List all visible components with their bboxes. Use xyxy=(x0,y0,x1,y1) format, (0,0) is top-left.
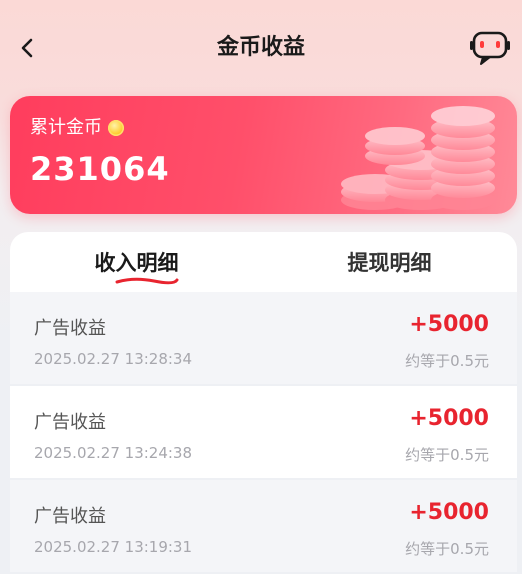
customer-service-button[interactable] xyxy=(468,28,512,68)
robot-chat-icon xyxy=(470,31,510,65)
page-title: 金币收益 xyxy=(216,35,305,60)
record-approx-value: 约等于0.5元 xyxy=(405,352,489,370)
tab-withdraw-label: 提现明细 xyxy=(347,251,432,275)
total-coins-value: 231064 xyxy=(30,150,170,188)
record-time: 2025.02.27 13:19:31 xyxy=(34,538,193,556)
record-title: 广告收益 xyxy=(34,412,106,433)
active-tab-indicator xyxy=(115,277,179,285)
record-amount: +5000 xyxy=(409,312,489,337)
total-coins-label-row: 累计金币 xyxy=(30,116,124,140)
record-title: 广告收益 xyxy=(34,506,106,527)
total-coins-card: 累计金币 231064 xyxy=(10,96,517,214)
record-approx-value: 约等于0.5元 xyxy=(405,446,489,464)
record-time: 2025.02.27 13:28:34 xyxy=(34,350,193,368)
record-amount: +5000 xyxy=(409,406,489,431)
record-approx-value: 约等于0.5元 xyxy=(405,540,489,558)
detail-tabs: 收入明细 提现明细 xyxy=(10,232,517,292)
tab-income-label: 收入明细 xyxy=(94,251,179,275)
gold-coin-icon xyxy=(108,120,124,136)
list-item[interactable]: 广告收益 2025.02.27 13:28:34 +5000 约等于0.5元 xyxy=(10,292,517,384)
record-amount: +5000 xyxy=(409,500,489,525)
total-coins-label: 累计金币 xyxy=(30,117,102,138)
list-item[interactable]: 广告收益 2025.02.27 13:24:38 +5000 约等于0.5元 xyxy=(10,386,517,478)
list-item[interactable]: 广告收益 2025.02.27 13:19:31 +5000 约等于0.5元 xyxy=(10,480,517,572)
record-title: 广告收益 xyxy=(34,318,106,339)
tab-withdraw-details[interactable]: 提现明细 xyxy=(263,232,516,292)
top-bar: 金币收益 xyxy=(0,0,522,96)
coin-stack-illustration xyxy=(341,106,495,210)
record-time: 2025.02.27 13:24:38 xyxy=(34,444,193,462)
